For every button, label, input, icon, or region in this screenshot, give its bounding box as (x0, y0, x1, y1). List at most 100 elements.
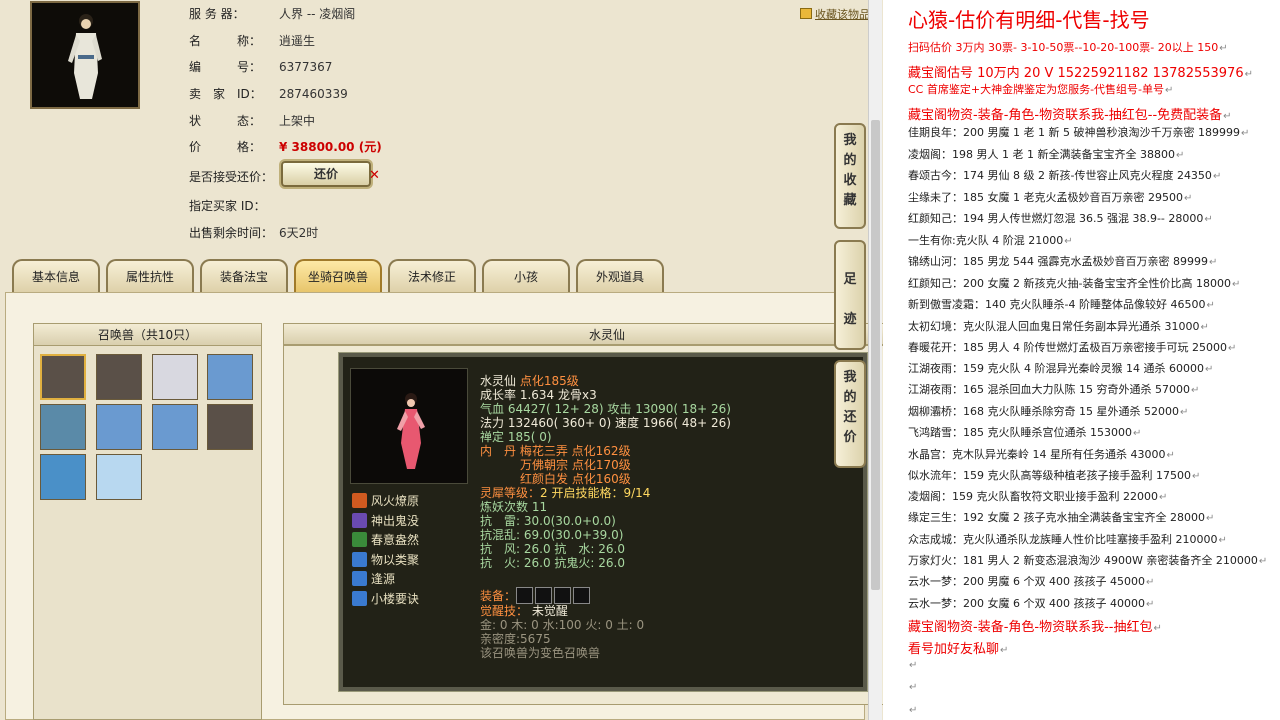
skill-item[interactable]: 春意盎然 (352, 531, 419, 549)
notes-line: 飞鸿踏雪：185 克火队睡杀宫位通杀 153000↵ (908, 424, 1141, 440)
pet-note: 该召唤兽为变色召唤兽 (480, 646, 601, 660)
character-figure-image (68, 14, 102, 99)
pet-resist: 抗 风: 26.0 抗 水: 26.0 (480, 542, 625, 556)
status-label: 状 态： (189, 114, 262, 128)
remaining-label: 出售剩余时间： (189, 226, 274, 240)
equip-slot-icon[interactable] (516, 587, 534, 604)
paragraph-mark-icon: ↵ (1190, 385, 1200, 396)
notes-line: 江湖夜雨：159 克火队 4 阶混异光秦岭灵猴 14 通杀 60000↵ (908, 360, 1213, 376)
notes-line: CC 首席鉴定+大神金牌鉴定为您服务-代售组号-单号↵ (908, 81, 1173, 97)
equip-slot-icon[interactable] (554, 587, 572, 604)
skill-item[interactable]: 小楼要诀 (352, 590, 419, 608)
pet-thumbnail[interactable] (96, 454, 142, 500)
paragraph-mark-icon: ↵ (1240, 128, 1250, 139)
pet-thumbnail[interactable] (207, 404, 253, 450)
side-tab-char: 价 (843, 430, 857, 445)
scrollbar-thumb[interactable] (871, 120, 880, 590)
pet-attack: 攻击 13090( 18+ 26) (607, 402, 731, 416)
side-tab-counter-offers[interactable]: 我的还价 (834, 360, 866, 468)
side-tab-char: 足 (843, 272, 857, 287)
mp-speed-line: 法力 132460( 360+ 0) 速度 1966( 48+ 26) (480, 416, 731, 430)
awake-label: 觉醒技： (480, 604, 529, 618)
side-tab-favorites[interactable]: 我的收藏 (834, 123, 866, 229)
skill-item[interactable]: 物以类聚 (352, 551, 419, 569)
paragraph-mark-icon: ↵ (1258, 556, 1268, 567)
pet-resist: 抗 火: 26.0 抗鬼火: 26.0 (480, 556, 625, 570)
notes-line-text: 似水流年：159 克火队高等级种植老孩子接手盈利 17500 (908, 469, 1191, 482)
pet-thumbnail[interactable] (40, 404, 86, 450)
scrollbar[interactable] (868, 0, 882, 720)
pet-thumbnail[interactable] (40, 354, 86, 400)
number-row: 编 号： 6377367 (189, 58, 332, 74)
pet-hp: 气血 64427( 12+ 28) (480, 402, 604, 416)
pet-resist: 抗 雷: 30.0(30.0+0.0) (480, 514, 616, 528)
favorite-link[interactable]: 收藏该物品 (800, 6, 870, 22)
equip-slot-icon[interactable] (535, 587, 553, 604)
notes-line-text: 春颂古今：174 男仙 8 级 2 新孩-传世容止风克火程度 24350 (908, 169, 1212, 182)
paragraph-mark-icon: ↵ (1231, 279, 1241, 290)
skill-label: 物以类聚 (371, 553, 420, 567)
paragraph-mark-icon: ↵ (909, 682, 918, 693)
tab-attributes[interactable]: 属性抗性 (106, 259, 194, 293)
notes-line-text: 锦绣山河：185 男龙 544 强霹克水孟极妙音百万亲密 89999 (908, 255, 1208, 268)
dan-item: 红颜白发 点化160级 (520, 472, 631, 486)
notes-line-text: 凌烟阁：159 克火队畜牧符文职业接手盈利 22000 (908, 490, 1158, 503)
pet-thumbnail[interactable] (96, 354, 142, 400)
paragraph-mark-icon: ↵ (1064, 236, 1073, 247)
close-icon[interactable]: ✕ (369, 168, 380, 183)
tab-basic-info[interactable]: 基本信息 (12, 259, 100, 293)
notes-line: 万家灯火：181 男人 2 新变态混浪淘沙 4900W 亲密装备齐全 21000… (908, 552, 1267, 568)
tab-equipment[interactable]: 装备法宝 (200, 259, 288, 293)
hp-attack-line: 气血 64427( 12+ 28) 攻击 13090( 18+ 26) (480, 402, 731, 416)
notes-line-text: 藏宝阁物资-装备-角色-物资联系我--抽红包 (908, 620, 1153, 635)
paragraph-mark-icon: ↵ (1145, 577, 1155, 588)
notes-line-text: 云水一梦：200 男魔 6 个双 400 孩孩子 45000 (908, 575, 1145, 588)
paragraph-mark-icon: ↵ (1165, 85, 1174, 96)
pet-thumbnail[interactable] (207, 354, 253, 400)
tab-spell-mods[interactable]: 法术修正 (388, 259, 476, 293)
notes-line: 藏宝阁物资-装备-角色-物资联系我-抽红包--免费配装备↵ (908, 104, 1232, 123)
number-label: 编 号： (189, 60, 262, 74)
lingshou-label: 灵犀等级： (480, 486, 541, 500)
price-value: ¥ 38800.00 (元) (279, 140, 382, 154)
tab-mounts-pets[interactable]: 坐骑召唤兽 (294, 259, 382, 293)
tab-appearance[interactable]: 外观道具 (576, 259, 664, 293)
notes-line: 红颜知己：200 女魔 2 新孩克火抽-装备宝宝齐全性价比高 18000↵ (908, 275, 1240, 291)
side-tab-char: 的 (843, 390, 857, 405)
notes-line: 佳期良年：200 男魔 1 老 1 新 5 破神兽秒浪淘沙千万亲密 189999… (908, 124, 1249, 140)
pet-thumbnail[interactable] (40, 454, 86, 500)
skill-item[interactable]: 神出鬼没 (352, 512, 419, 530)
notes-line: 凌烟阁：198 男人 1 老 1 新全满装备宝宝齐全 38800↵ (908, 146, 1184, 162)
pet-speed: 速度 1966( 48+ 26) (615, 416, 731, 430)
notes-line-text: 飞鸿踏雪：185 克火队睡杀宫位通杀 153000 (908, 426, 1132, 439)
paragraph-mark-icon: ↵ (1000, 645, 1009, 656)
notes-line: 扫码估价 3万内 30票- 3-10-50票--10-20-100票- 20以上… (908, 39, 1228, 55)
seller-row: 卖 家 ID： 287460339 (189, 85, 348, 101)
server-label: 服 务 器： (189, 7, 245, 21)
notes-line-text: 水晶宫：克木队异光秦岭 14 星所有任务通杀 43000 (908, 448, 1166, 461)
side-tab-char: 我 (843, 370, 857, 385)
notes-line-text: 藏宝阁物资-装备-角色-物资联系我-抽红包--免费配装备 (908, 108, 1223, 123)
skill-item[interactable]: 风火燎原 (352, 492, 419, 510)
favorite-icon (800, 8, 812, 19)
equip-line: 装备： (480, 587, 592, 604)
side-tab-char: 还 (843, 410, 857, 425)
pet-image (350, 368, 468, 484)
skill-item[interactable]: 逢源 (352, 570, 395, 588)
server-value: 人界 -- 凌烟阁 (279, 7, 356, 21)
side-tab-history[interactable]: 足迹 (834, 240, 866, 350)
counter-offer-button[interactable]: 还价 (281, 161, 371, 187)
pet-thumbnail[interactable] (152, 354, 198, 400)
paragraph-mark-icon: ↵ (1179, 407, 1189, 418)
server-row: 服 务 器： 人界 -- 凌烟阁 (189, 5, 355, 21)
pet-thumbnail[interactable] (96, 404, 142, 450)
notes-line: 云水一梦：200 男魔 6 个双 400 孩孩子 45000↵ (908, 573, 1154, 589)
notes-line: 烟柳灞桥：168 克火队睡杀除穷奇 15 星外通杀 52000↵ (908, 403, 1188, 419)
paragraph-mark-icon: ↵ (1204, 364, 1214, 375)
equip-slot-icon[interactable] (573, 587, 591, 604)
notes-line: 缘定三生：192 女魔 2 孩子克水抽全满装备宝宝齐全 28000↵ (908, 509, 1214, 525)
tab-children[interactable]: 小孩 (482, 259, 570, 293)
pet-thumbnail[interactable] (152, 404, 198, 450)
skill-water-icon (352, 591, 367, 606)
pet-growth: 成长率 1.634 龙骨x3 (480, 388, 597, 402)
